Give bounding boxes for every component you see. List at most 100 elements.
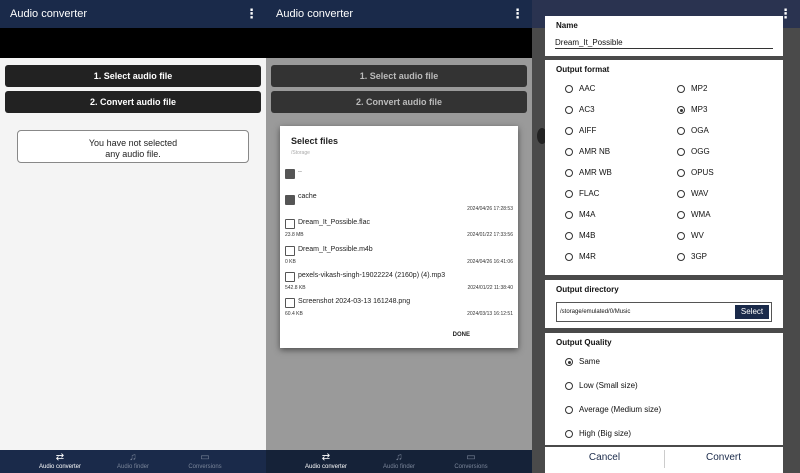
select-audio-file-button[interactable]: 1. Select audio file bbox=[5, 65, 261, 87]
directory-field: /storage/emulated/0/Music Select bbox=[556, 302, 772, 322]
nav-audio-finder[interactable]: ♫ Audio finder bbox=[364, 452, 434, 470]
radio-unchecked-icon bbox=[565, 211, 573, 219]
file-row[interactable]: Dream_It_Possible.m4b 0 KB 2024/04/26 16… bbox=[285, 243, 513, 269]
radio-unchecked-icon bbox=[677, 190, 685, 198]
file-date: 2024/01/22 11:38:40 bbox=[467, 285, 513, 291]
quality-label: High (Big size) bbox=[579, 429, 632, 438]
nav-audio-finder[interactable]: ♫ Audio finder bbox=[98, 452, 168, 470]
more-options-icon[interactable]: ⋮ bbox=[245, 6, 258, 22]
notice-line-1: You have not selected bbox=[88, 138, 178, 148]
nav-conversions[interactable]: ▭ Conversions bbox=[436, 452, 506, 470]
notice-line-2: any audio file. bbox=[105, 149, 161, 159]
format-label: AIFF bbox=[579, 126, 597, 135]
radio-unchecked-icon bbox=[677, 232, 685, 240]
name-label: Name bbox=[556, 21, 578, 30]
briefcase-icon: ▭ bbox=[200, 452, 210, 463]
file-size: 23.8 MB bbox=[285, 232, 304, 238]
radio-unchecked-icon bbox=[677, 169, 685, 177]
converter-screen-empty: Audio converter ⋮ 1. Select audio file 2… bbox=[0, 0, 266, 473]
quality-label: Same bbox=[579, 357, 600, 366]
conversion-options-screen: ⋮ Name Dream_It_Possible Output format A… bbox=[532, 0, 800, 473]
app-bar: Audio converter ⋮ bbox=[0, 0, 266, 28]
file-name: Screenshot 2024-03-13 161248.png bbox=[298, 298, 411, 305]
more-options-icon[interactable]: ⋮ bbox=[511, 6, 524, 22]
file-name: Dream_It_Possible.m4b bbox=[298, 246, 373, 253]
radio-unchecked-icon bbox=[565, 406, 573, 414]
app-title: Audio converter bbox=[10, 8, 88, 20]
quality-label: Low (Small size) bbox=[579, 381, 638, 390]
output-format-card: Output format AAC AC3 AIFF AMR NB AMR WB FLAC… bbox=[545, 60, 783, 275]
nav-audio-converter[interactable]: ⇄ Audio converter bbox=[25, 452, 95, 470]
radio-checked-icon bbox=[565, 358, 573, 366]
format-label: AAC bbox=[579, 84, 596, 93]
file-row[interactable]: Screenshot 2024-03-13 161248.png 60.4 KB… bbox=[285, 295, 513, 321]
name-input[interactable]: Dream_It_Possible bbox=[555, 38, 623, 47]
name-input-underline bbox=[555, 48, 773, 49]
file-icon bbox=[285, 246, 295, 256]
nav-label: Audio finder bbox=[116, 464, 150, 470]
file-icon bbox=[285, 219, 295, 229]
convert-audio-file-button[interactable]: 2. Convert audio file bbox=[5, 91, 261, 113]
nav-label: Audio converter bbox=[304, 464, 348, 470]
file-icon bbox=[285, 298, 295, 308]
radio-unchecked-icon bbox=[565, 232, 573, 240]
music-icon: ♫ bbox=[395, 452, 403, 463]
radio-unchecked-icon bbox=[677, 127, 685, 135]
format-label: M4R bbox=[579, 252, 596, 261]
radio-unchecked-icon bbox=[565, 85, 573, 93]
format-label: FLAC bbox=[579, 189, 600, 198]
radio-checked-icon bbox=[677, 106, 685, 114]
file-row[interactable]: cache 2024/04/26 17:28:53 bbox=[285, 190, 513, 216]
format-label: M4A bbox=[579, 210, 596, 219]
file-name: cache bbox=[298, 193, 317, 200]
format-label: MP2 bbox=[691, 84, 708, 93]
output-directory-card: Output directory /storage/emulated/0/Mus… bbox=[545, 280, 783, 328]
file-name: Dream_It_Possible.flac bbox=[298, 219, 370, 226]
convert-button[interactable]: Convert bbox=[664, 452, 783, 463]
done-button[interactable]: DONE bbox=[453, 332, 470, 338]
convert-audio-file-button[interactable]: 2. Convert audio file bbox=[271, 91, 527, 113]
radio-unchecked-icon bbox=[677, 211, 685, 219]
format-label: WAV bbox=[691, 189, 709, 198]
radio-unchecked-icon bbox=[565, 106, 573, 114]
radio-unchecked-icon bbox=[565, 382, 573, 390]
file-row[interactable]: .. bbox=[285, 164, 513, 190]
select-files-dialog: Select files /Storage .. cache 2024/04/2… bbox=[280, 126, 518, 348]
radio-unchecked-icon bbox=[565, 127, 573, 135]
file-size: 0 KB bbox=[285, 259, 296, 265]
briefcase-icon: ▭ bbox=[466, 452, 476, 463]
format-label: WV bbox=[691, 231, 704, 240]
swap-icon: ⇄ bbox=[55, 452, 65, 463]
nav-label: Audio converter bbox=[38, 464, 82, 470]
file-row[interactable]: pexels-vikash-singh-19022224 (2160p) (4)… bbox=[285, 269, 513, 295]
radio-unchecked-icon bbox=[565, 169, 573, 177]
cancel-button[interactable]: Cancel bbox=[545, 452, 664, 463]
folder-icon bbox=[285, 169, 295, 179]
radio-unchecked-icon bbox=[565, 148, 573, 156]
select-directory-button[interactable]: Select bbox=[735, 305, 769, 319]
dialog-actions: Cancel Convert bbox=[545, 447, 783, 473]
file-size: 542.8 KB bbox=[285, 285, 306, 291]
format-label: AMR NB bbox=[579, 147, 611, 156]
select-audio-file-button[interactable]: 1. Select audio file bbox=[271, 65, 527, 87]
radio-unchecked-icon bbox=[677, 148, 685, 156]
name-card: Name Dream_It_Possible bbox=[545, 16, 783, 56]
quality-label: Average (Medium size) bbox=[579, 405, 662, 414]
radio-unchecked-icon bbox=[565, 190, 573, 198]
file-row[interactable]: Dream_It_Possible.flac 23.8 MB 2024/01/2… bbox=[285, 216, 513, 242]
radio-unchecked-icon bbox=[677, 85, 685, 93]
nav-conversions[interactable]: ▭ Conversions bbox=[170, 452, 240, 470]
format-label: OGA bbox=[691, 126, 709, 135]
folder-icon bbox=[285, 195, 295, 205]
banner-area bbox=[266, 28, 532, 58]
dialog-title: Select files bbox=[291, 136, 339, 146]
current-path: /Storage bbox=[291, 150, 310, 156]
banner-area bbox=[0, 28, 266, 58]
file-size: 60.4 KB bbox=[285, 311, 303, 317]
nav-label: Conversions bbox=[454, 464, 488, 470]
swap-icon: ⇄ bbox=[321, 452, 331, 463]
file-date: 2024/04/26 17:28:53 bbox=[467, 206, 513, 212]
no-file-notice: You have not selected any audio file. bbox=[17, 130, 249, 163]
nav-audio-converter[interactable]: ⇄ Audio converter bbox=[291, 452, 361, 470]
radio-unchecked-icon bbox=[565, 253, 573, 261]
